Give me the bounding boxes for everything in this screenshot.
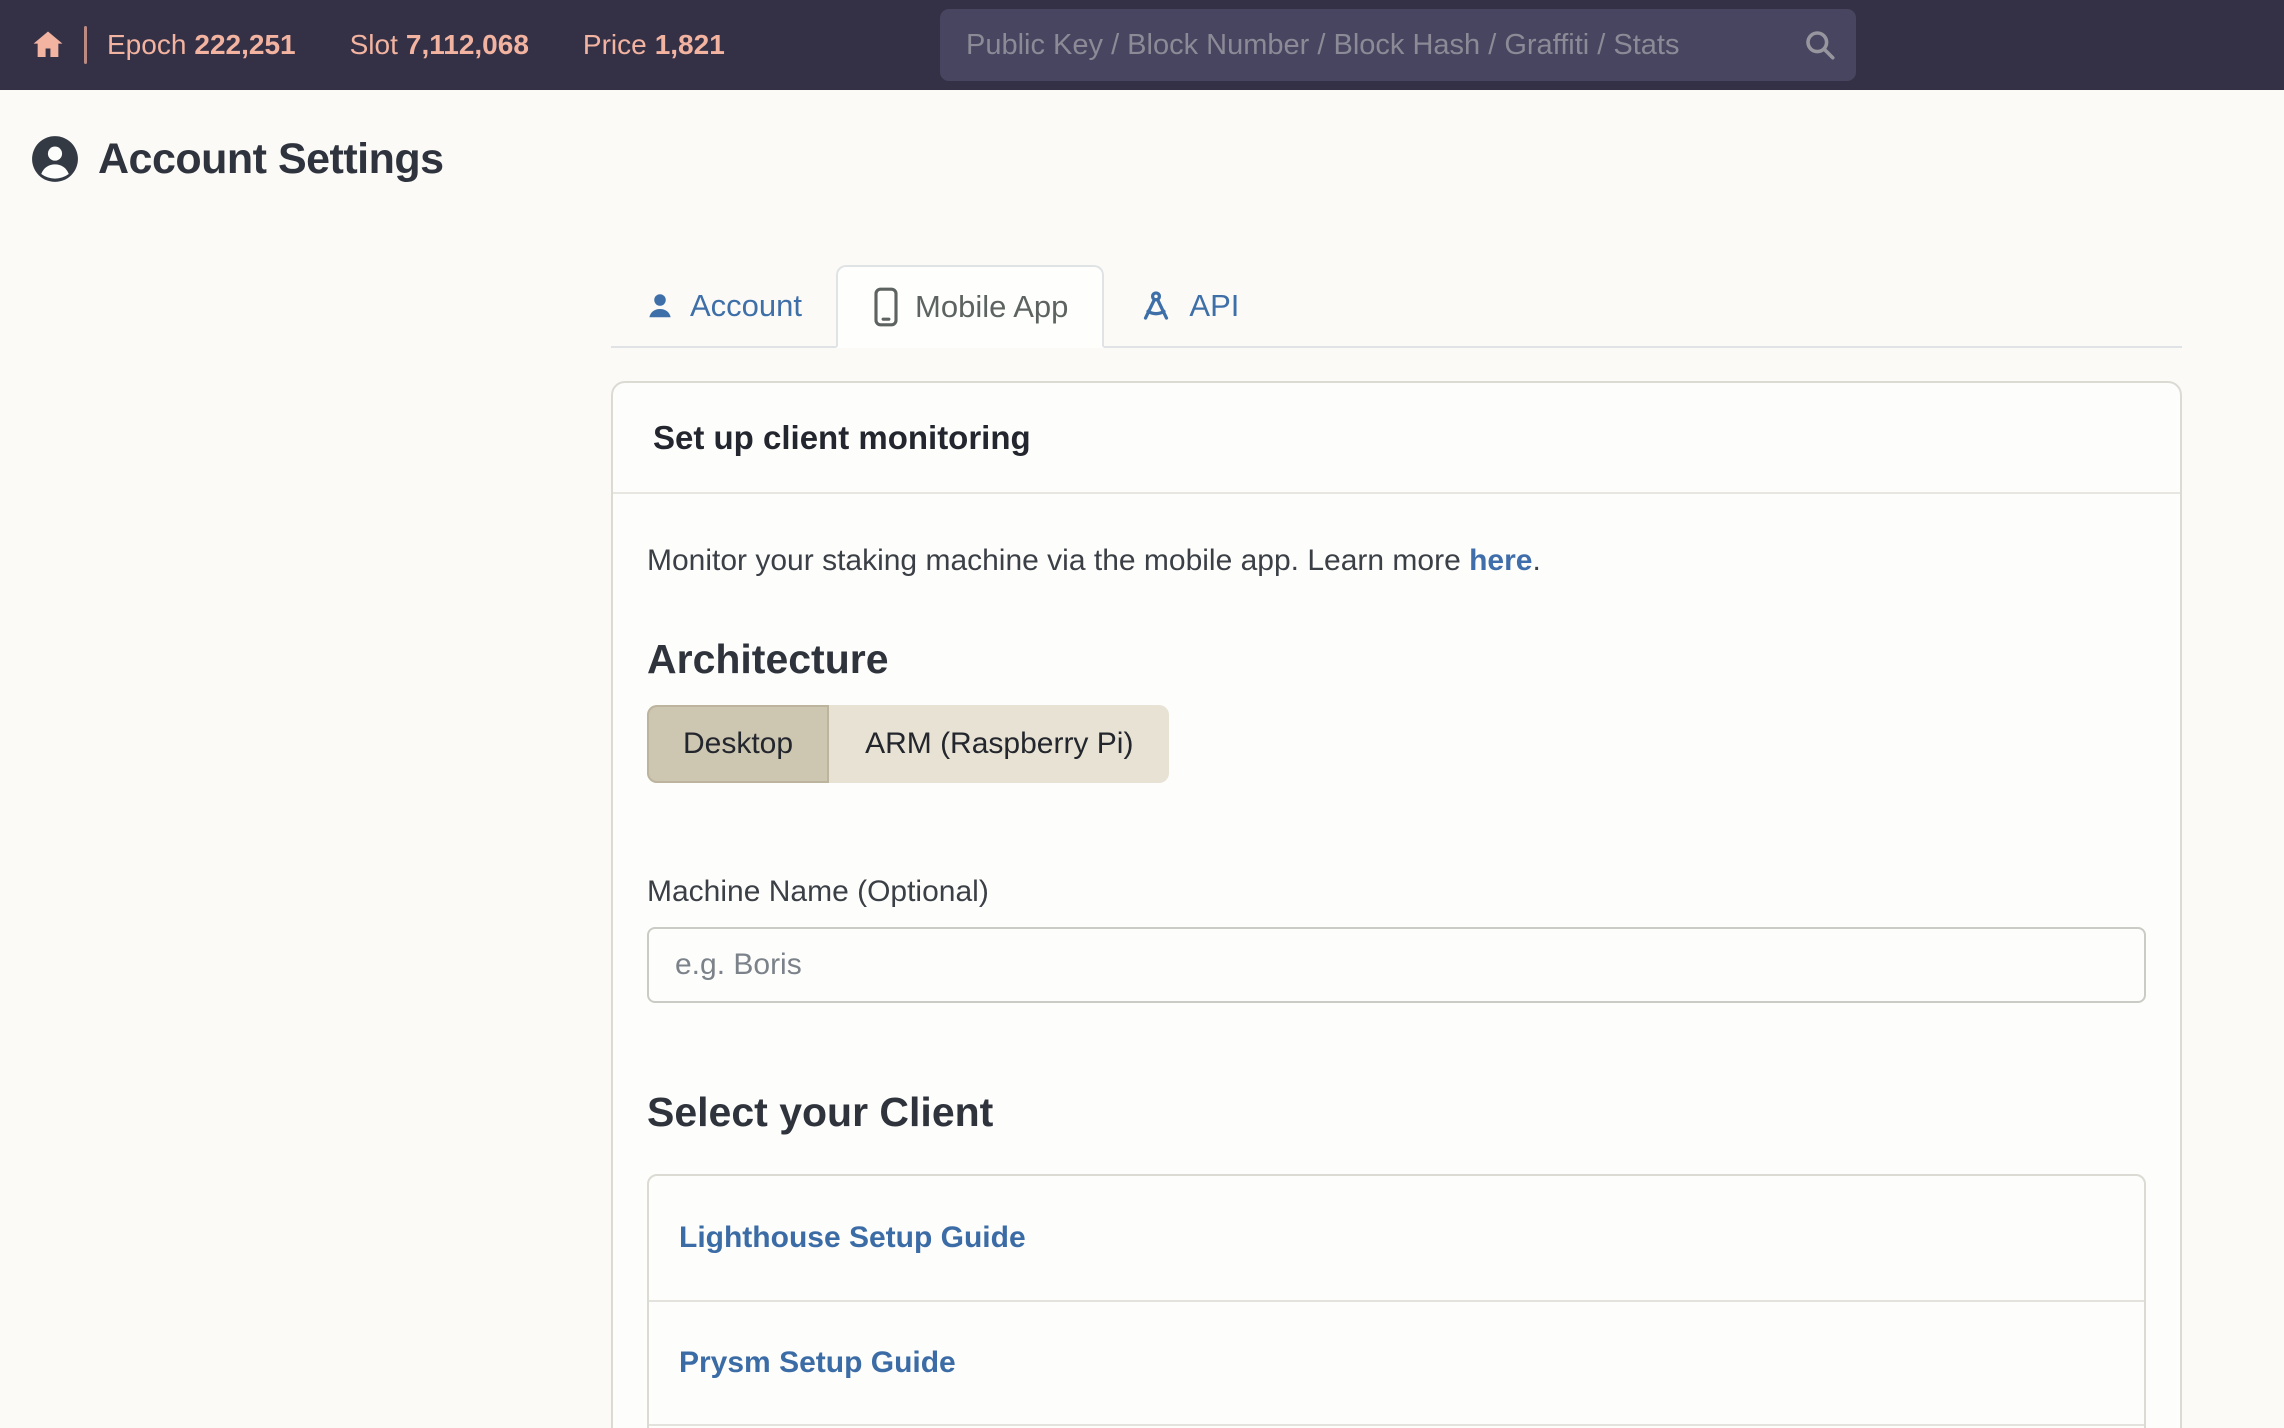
machine-name-label: Machine Name (Optional) bbox=[647, 875, 2146, 909]
tab-label: API bbox=[1189, 288, 1239, 324]
architecture-toggle: Desktop ARM (Raspberry Pi) bbox=[647, 705, 1169, 783]
navbar-divider bbox=[84, 26, 87, 64]
learn-more-link[interactable]: here bbox=[1469, 544, 1532, 577]
client-guide-list: Lighthouse Setup Guide Prysm Setup Guide bbox=[647, 1174, 2146, 1428]
page-title: Account Settings bbox=[98, 135, 444, 184]
architecture-heading: Architecture bbox=[647, 636, 2146, 683]
card-header: Set up client monitoring bbox=[613, 383, 2180, 494]
client-monitoring-card: Set up client monitoring Monitor your st… bbox=[611, 381, 2182, 1428]
prysm-guide-link[interactable]: Prysm Setup Guide bbox=[649, 1300, 2144, 1424]
lighthouse-guide-link[interactable]: Lighthouse Setup Guide bbox=[649, 1176, 2144, 1300]
network-stats: Epoch222,251 Slot7,112,068 Price1,821 bbox=[107, 29, 725, 61]
page-title-row: Account Settings bbox=[30, 134, 2284, 184]
user-icon bbox=[645, 291, 675, 321]
tab-label: Mobile App bbox=[915, 289, 1068, 325]
search-input[interactable] bbox=[966, 29, 1796, 62]
epoch-stat: Epoch222,251 bbox=[107, 29, 296, 61]
tab-label: Account bbox=[690, 288, 802, 324]
compass-icon bbox=[1138, 289, 1174, 323]
tab-mobile-app[interactable]: Mobile App bbox=[836, 265, 1104, 348]
settings-tabs: Account Mobile App API bbox=[611, 265, 2182, 348]
price-stat: Price1,821 bbox=[583, 29, 725, 61]
tab-api[interactable]: API bbox=[1104, 265, 1273, 346]
top-navbar: Epoch222,251 Slot7,112,068 Price1,821 bbox=[0, 0, 2284, 90]
intro-text: Monitor your staking machine via the mob… bbox=[647, 544, 2146, 578]
architecture-desktop-button[interactable]: Desktop bbox=[647, 705, 829, 783]
machine-name-input[interactable] bbox=[647, 927, 2146, 1003]
search-icon[interactable] bbox=[1802, 27, 1838, 63]
home-icon bbox=[30, 28, 66, 62]
account-circle-icon bbox=[30, 134, 80, 184]
architecture-arm-button[interactable]: ARM (Raspberry Pi) bbox=[829, 705, 1169, 783]
settings-content: Account Mobile App API bbox=[611, 265, 2182, 1428]
card-body: Monitor your staking machine via the mob… bbox=[613, 494, 2180, 1428]
select-client-heading: Select your Client bbox=[647, 1089, 2146, 1136]
search-box bbox=[940, 9, 1856, 81]
mobile-icon bbox=[872, 287, 900, 327]
home-button[interactable] bbox=[30, 28, 66, 62]
slot-stat: Slot7,112,068 bbox=[350, 29, 529, 61]
next-guide-link[interactable] bbox=[649, 1424, 2144, 1428]
tab-account[interactable]: Account bbox=[611, 265, 836, 346]
